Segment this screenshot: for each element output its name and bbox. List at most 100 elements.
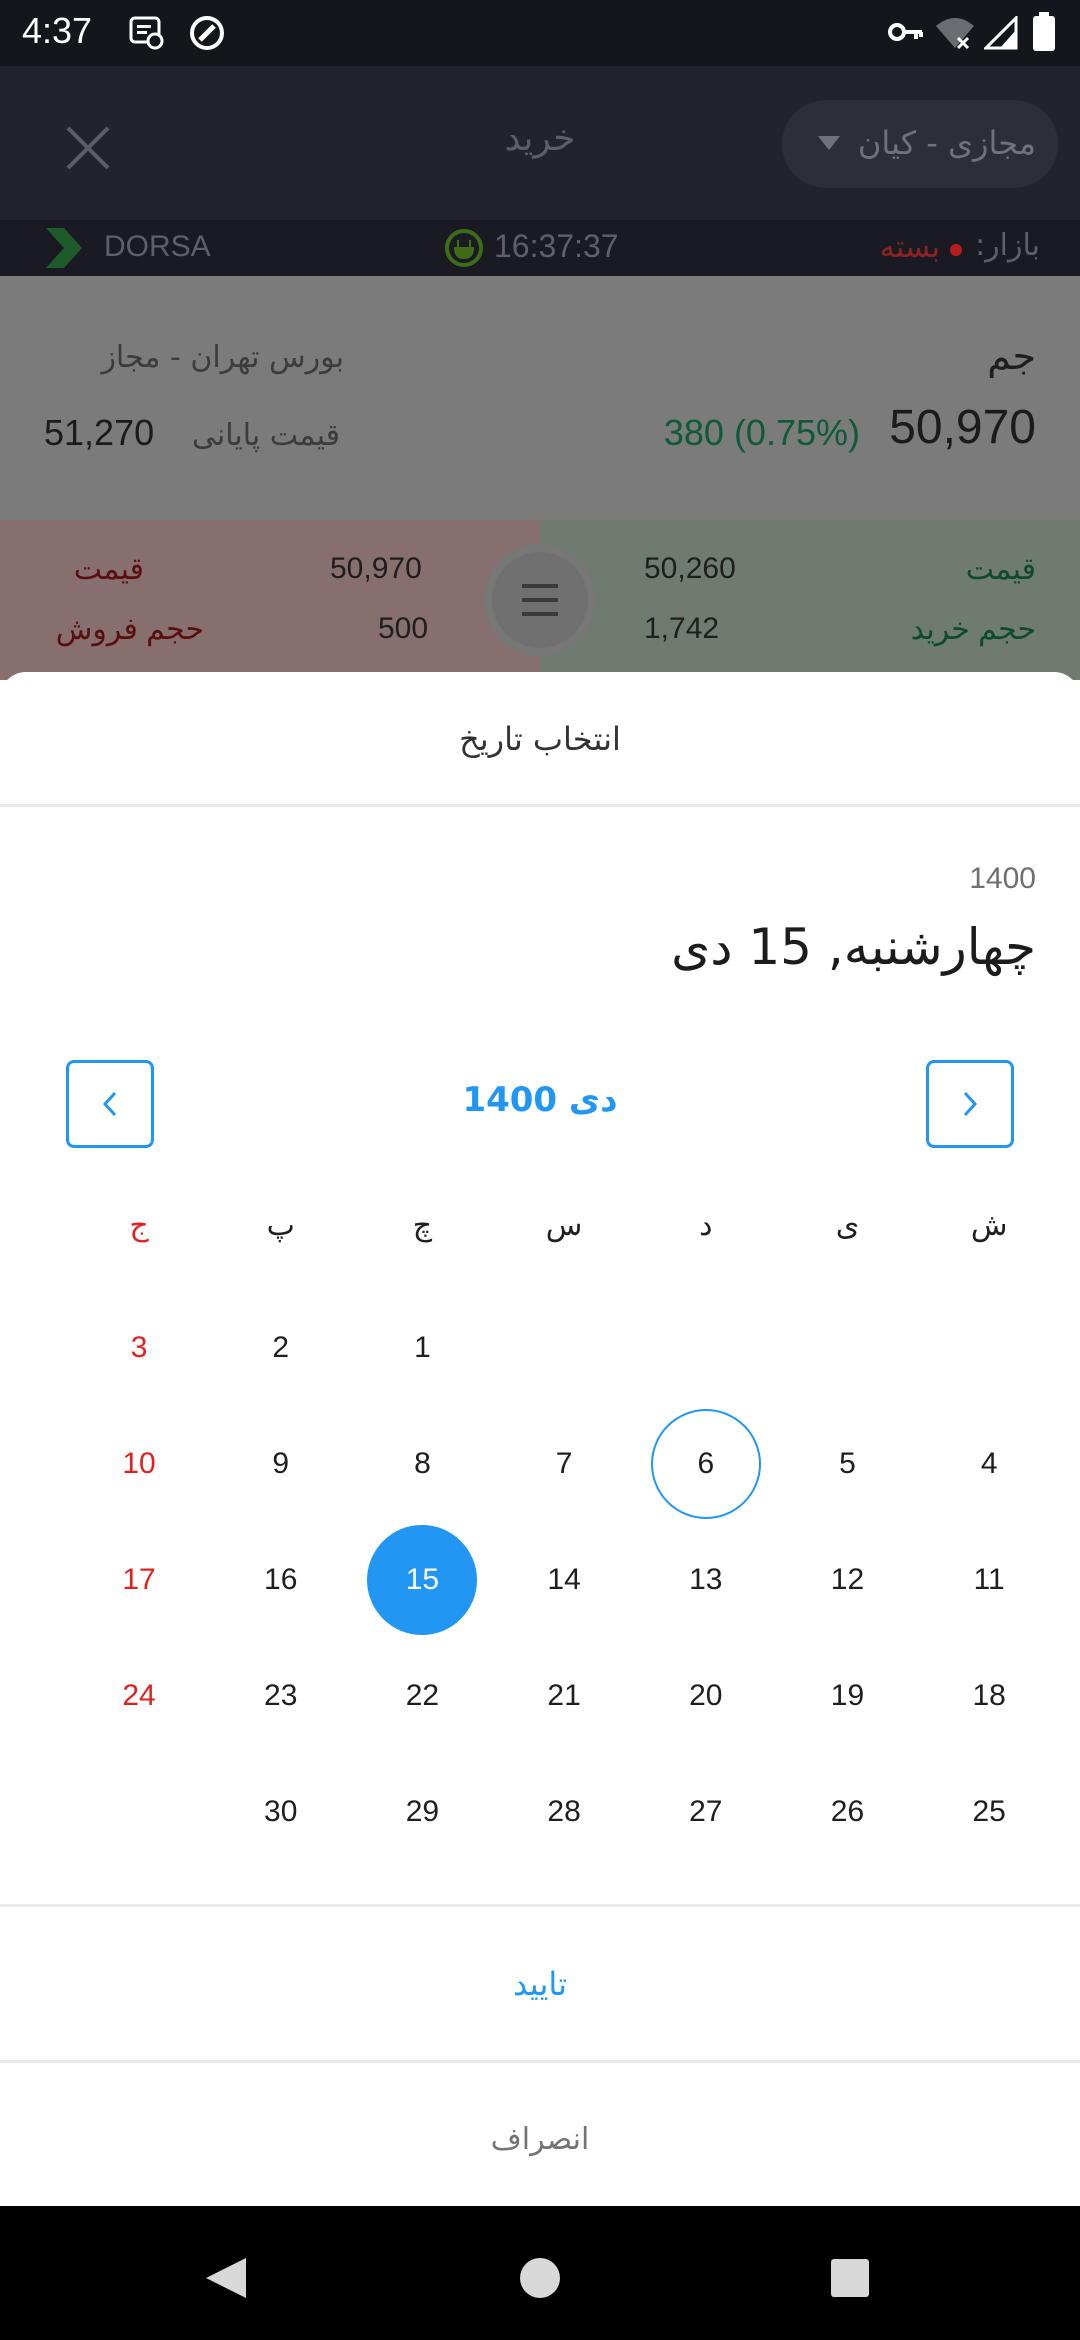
- weekday-header-row: شیدسچپج: [20, 1190, 1060, 1290]
- calendar-day[interactable]: 28: [493, 1754, 635, 1870]
- calendar-day-label: 19: [830, 1679, 865, 1712]
- calendar-day-label: 17: [122, 1563, 156, 1596]
- last-price: 50,970: [889, 401, 1036, 454]
- sell-volume-label: حجم فروش: [55, 613, 204, 646]
- calendar-day[interactable]: 29: [352, 1754, 494, 1870]
- sheet-title: انتخاب تاریخ: [459, 720, 621, 758]
- buy-price-label: قیمت: [965, 553, 1036, 586]
- calendar-day-label: 22: [405, 1679, 440, 1712]
- calendar-day-label: 6: [697, 1447, 715, 1480]
- calendar-empty-cell: [635, 1290, 777, 1406]
- symbol-name: جم: [987, 334, 1036, 378]
- calendar-day-label: 3: [130, 1331, 148, 1364]
- weekday-label: ج: [129, 1207, 149, 1243]
- calendar-day[interactable]: 9: [210, 1406, 352, 1522]
- calendar-day[interactable]: 26: [777, 1754, 919, 1870]
- menu-icon: [522, 584, 558, 588]
- battery-icon: [1032, 12, 1056, 56]
- calendar-day[interactable]: 17: [68, 1522, 210, 1638]
- calendar-day[interactable]: 23: [210, 1638, 352, 1754]
- calendar-empty-cell: [68, 1754, 210, 1870]
- calendar-day-label: 2: [272, 1331, 290, 1364]
- calendar-day[interactable]: 24: [68, 1638, 210, 1754]
- calendar-day-label: 18: [972, 1679, 1006, 1712]
- calendar-week-row: 25 26 27 28 29 30: [20, 1754, 1060, 1870]
- calendar-day[interactable]: 7: [493, 1406, 635, 1522]
- buy-volume-label: حجم خرید: [910, 613, 1036, 646]
- calendar-day[interactable]: 6: [635, 1406, 777, 1522]
- market-status-dot: [950, 244, 962, 256]
- price-change: 380 (0.75%): [663, 412, 860, 453]
- buy-side: [540, 520, 1080, 680]
- calendar-week-row: 11 12 13 14 15 16 17: [20, 1522, 1060, 1638]
- recents-icon[interactable]: [830, 2258, 870, 2298]
- order-book-menu-button[interactable]: [484, 544, 596, 656]
- calendar-day[interactable]: 27: [635, 1754, 777, 1870]
- calendar-day-label: 10: [122, 1447, 156, 1480]
- quote-panel: [0, 276, 1080, 520]
- sell-price: 50,970: [330, 552, 422, 585]
- calendar-week-row: 4 5 6 7 8 9 10: [20, 1406, 1060, 1522]
- calendar-day[interactable]: 11: [918, 1522, 1060, 1638]
- calendar-empty-cell: [777, 1290, 919, 1406]
- market-clock: 16:37:37: [494, 228, 619, 264]
- status-bar: 4:37: [0, 0, 1080, 66]
- calendar-day[interactable]: 10: [68, 1406, 210, 1522]
- calendar-day[interactable]: 22: [352, 1638, 494, 1754]
- next-month-button[interactable]: [926, 1060, 1014, 1148]
- calendar-day-label: 11: [973, 1563, 1005, 1596]
- brand-logo-icon: [42, 226, 86, 274]
- calendar-day[interactable]: 12: [777, 1522, 919, 1638]
- calendar-day[interactable]: 19: [777, 1638, 919, 1754]
- weekday-label: ش: [970, 1207, 1008, 1243]
- close-button[interactable]: [60, 120, 116, 176]
- calendar-day-label: 16: [264, 1563, 298, 1596]
- calendar-day[interactable]: 14: [493, 1522, 635, 1638]
- previous-month-button[interactable]: [66, 1060, 154, 1148]
- calendar-week-row: 1 2 3: [20, 1290, 1060, 1406]
- calendar-day-label: 21: [547, 1679, 581, 1712]
- signal-icon: [982, 14, 1018, 54]
- calendar-day[interactable]: 18: [918, 1638, 1060, 1754]
- home-icon[interactable]: [518, 2256, 562, 2300]
- calendar-day[interactable]: 16: [210, 1522, 352, 1638]
- key-icon: [888, 20, 924, 48]
- calendar-day[interactable]: 1: [352, 1290, 494, 1406]
- calendar-day[interactable]: 25: [918, 1754, 1060, 1870]
- chevron-left-icon: [102, 1091, 117, 1117]
- calendar-day[interactable]: 21: [493, 1638, 635, 1754]
- calendar-day-label: 4: [980, 1447, 998, 1480]
- screen-record-icon: [128, 14, 164, 54]
- exchange-name: بورس تهران - مجاز: [101, 340, 344, 375]
- back-icon[interactable]: [204, 2256, 248, 2300]
- weekday-label: س: [545, 1207, 583, 1243]
- calendar-day-label: 8: [414, 1447, 431, 1480]
- buy-volume: 1,742: [644, 612, 720, 645]
- selected-year[interactable]: 1400: [900, 862, 1036, 896]
- calendar-day-label: 26: [830, 1795, 865, 1828]
- confirm-button[interactable]: تایید: [0, 1908, 1080, 2060]
- calendar-day[interactable]: 4: [918, 1406, 1060, 1522]
- calendar-day-label: 20: [689, 1679, 723, 1712]
- calendar-day[interactable]: 8: [352, 1406, 494, 1522]
- cancel-button[interactable]: انصراف: [0, 2064, 1080, 2216]
- calendar-week-row: 18 19 20 21 22 23 24: [20, 1638, 1060, 1754]
- calendar-empty-cell: [918, 1290, 1060, 1406]
- divider: [0, 804, 1080, 807]
- calendar-day[interactable]: 20: [635, 1638, 777, 1754]
- calendar-day[interactable]: 5: [777, 1406, 919, 1522]
- connection-icon: [444, 228, 484, 272]
- close-icon: [66, 126, 110, 170]
- calendar-day[interactable]: 15: [352, 1522, 494, 1638]
- calendar-day[interactable]: 2: [210, 1290, 352, 1406]
- calendar-day-label: 30: [264, 1795, 298, 1828]
- calendar-empty-cell: [493, 1290, 635, 1406]
- calendar-day[interactable]: 30: [210, 1754, 352, 1870]
- calendar-day[interactable]: 13: [635, 1522, 777, 1638]
- wifi-off-icon: [934, 16, 976, 54]
- calendar-day-label: 15: [405, 1563, 440, 1596]
- page-title: خرید: [504, 118, 576, 159]
- calendar-day[interactable]: 3: [68, 1290, 210, 1406]
- weekday-label: ی: [835, 1207, 860, 1243]
- calendar-day-label: 28: [547, 1795, 581, 1828]
